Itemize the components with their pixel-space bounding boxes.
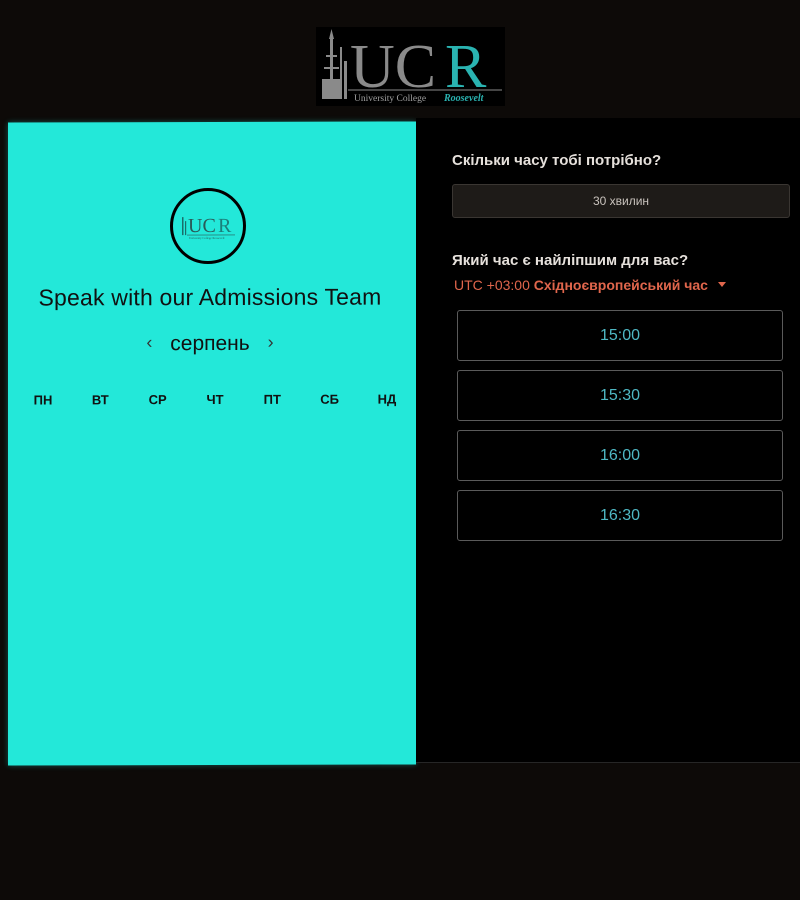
- scheduler-card: UC R University College Roosevelt Speak …: [8, 118, 800, 766]
- caret-down-icon: [717, 282, 726, 287]
- weekday-label: ПН: [33, 392, 53, 408]
- weekday-label: СБ: [320, 391, 339, 407]
- logo-r-text: R: [445, 33, 487, 101]
- weekday-label: ВТ: [91, 392, 109, 408]
- svg-text:R: R: [218, 215, 232, 237]
- chevron-left-icon[interactable]: ‹: [134, 332, 164, 353]
- calendar-panel: UC R University College Roosevelt Speak …: [8, 121, 416, 766]
- time-slot-list: 15:00 15:30 16:00 16:30: [457, 310, 783, 550]
- calendar-logo-badge: UC R University College Roosevelt: [170, 187, 246, 265]
- weekday-label: НД: [377, 391, 397, 407]
- time-slot-button[interactable]: 16:00: [457, 430, 783, 481]
- time-slot-button[interactable]: 16:30: [457, 490, 783, 541]
- time-slot-button[interactable]: 15:00: [457, 310, 783, 361]
- weekday-label: ПТ: [263, 391, 281, 407]
- duration-select[interactable]: 30 хвилин: [452, 184, 790, 218]
- svg-text:University College Roosevelt: University College Roosevelt: [189, 236, 225, 240]
- university-logo: UC R University College Roosevelt: [316, 27, 505, 106]
- calendar-title: Speak with our Admissions Team: [38, 283, 382, 311]
- timezone-selector[interactable]: UTC +03:00 Східноєвропейський час: [454, 277, 726, 293]
- timezone-offset: UTC +03:00: [454, 277, 530, 293]
- chevron-right-icon[interactable]: ›: [256, 332, 286, 353]
- weekday-header: ПН ВТ СР ЧТ ПТ СБ НД: [28, 392, 402, 408]
- timezone-name: Східноєвропейський час: [533, 277, 708, 293]
- tower-icon: [322, 29, 347, 99]
- logo-uc-text: UC: [350, 33, 436, 101]
- logo-subtitle-accent: Roosevelt: [443, 93, 485, 104]
- logo-subtitle: University College: [354, 94, 426, 104]
- booking-page: UC R University College Roosevelt UC R U…: [0, 0, 800, 900]
- time-question: Який час є найліпшим для вас?: [452, 252, 689, 269]
- month-label: серпень: [170, 331, 250, 356]
- svg-text:UC: UC: [188, 215, 216, 237]
- month-navigation: ‹ серпень ›: [8, 331, 412, 356]
- time-slot-button[interactable]: 15:30: [457, 370, 783, 421]
- booking-panel: Скільки часу тобі потрібно? 30 хвилин Як…: [416, 118, 800, 763]
- weekday-label: СР: [148, 392, 167, 408]
- duration-question: Скільки часу тобі потрібно?: [452, 152, 662, 169]
- weekday-label: ЧТ: [206, 391, 224, 408]
